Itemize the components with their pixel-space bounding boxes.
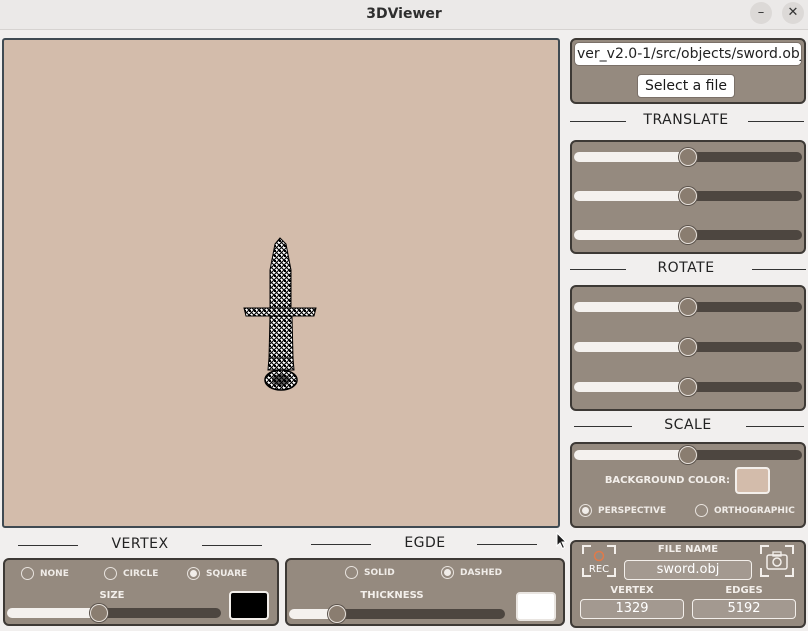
vertex-circle-label: CIRCLE bbox=[123, 568, 159, 579]
orthographic-radio-dot bbox=[695, 504, 708, 517]
background-color-swatch[interactable] bbox=[735, 467, 770, 494]
rotate-header: ROTATE bbox=[570, 260, 806, 278]
file-path-text: ver_v2.0-1/src/objects/sword.obj bbox=[577, 46, 802, 62]
vertex-title: VERTEX bbox=[111, 536, 169, 552]
camera-icon bbox=[760, 545, 794, 577]
slider-knob[interactable] bbox=[90, 604, 108, 622]
translate-z-slider[interactable] bbox=[574, 226, 802, 244]
rotate-y-slider[interactable] bbox=[574, 338, 802, 356]
mouse-cursor-icon bbox=[556, 532, 568, 550]
minimize-icon: – bbox=[757, 5, 765, 20]
window-title: 3DViewer bbox=[366, 6, 442, 22]
slider-fill bbox=[574, 382, 688, 392]
slider-track bbox=[688, 302, 802, 312]
vertex-count-label: VERTEX bbox=[610, 585, 654, 596]
vertex-size-slider[interactable] bbox=[7, 604, 221, 622]
slider-fill bbox=[7, 608, 99, 618]
slider-fill bbox=[574, 302, 688, 312]
vertex-none-label: NONE bbox=[40, 568, 69, 579]
edges-count-value: 5192 bbox=[692, 599, 796, 619]
close-button[interactable]: ✕ bbox=[782, 2, 804, 24]
slider-fill bbox=[574, 191, 688, 201]
edge-dashed-radio[interactable]: DASHED bbox=[441, 566, 502, 579]
edge-thickness-label: THICKNESS bbox=[360, 590, 424, 601]
slider-track bbox=[688, 230, 802, 240]
slider-knob[interactable] bbox=[679, 298, 697, 316]
slider-track bbox=[99, 608, 221, 618]
screenshot-button[interactable] bbox=[760, 545, 794, 577]
slider-fill bbox=[574, 230, 688, 240]
vertex-none-radio[interactable]: NONE bbox=[21, 567, 69, 580]
vertex-circle-radio[interactable]: CIRCLE bbox=[104, 567, 158, 580]
edge-header: EGDE bbox=[311, 535, 539, 553]
rec-label: REC bbox=[588, 564, 610, 575]
scale-header: SCALE bbox=[570, 417, 806, 435]
perspective-radio[interactable]: PERSPECTIVE bbox=[579, 504, 666, 517]
orthographic-label: ORTHOGRAPHIC bbox=[714, 505, 795, 516]
translate-y-slider[interactable] bbox=[574, 187, 802, 205]
file-name-value: sword.obj bbox=[624, 560, 752, 580]
translate-title: TRANSLATE bbox=[643, 112, 729, 128]
edge-thickness-slider[interactable] bbox=[289, 605, 505, 623]
edge-solid-dot bbox=[345, 566, 358, 579]
background-color-label: BACKGROUND COLOR: bbox=[604, 475, 730, 486]
slider-track bbox=[337, 609, 505, 619]
slider-knob[interactable] bbox=[328, 605, 346, 623]
translate-header: TRANSLATE bbox=[570, 112, 806, 130]
slider-track bbox=[688, 152, 802, 162]
vertex-header: VERTEX bbox=[18, 536, 262, 554]
record-icon bbox=[593, 550, 605, 562]
edges-count-label: EDGES bbox=[725, 585, 763, 596]
slider-knob[interactable] bbox=[679, 187, 697, 205]
record-button[interactable]: REC bbox=[582, 545, 616, 577]
minimize-button[interactable]: – bbox=[750, 2, 772, 24]
file-name-label: FILE NAME bbox=[657, 544, 719, 555]
vertex-size-label: SIZE bbox=[99, 590, 125, 601]
close-icon: ✕ bbox=[787, 5, 799, 20]
vertex-circle-dot bbox=[104, 567, 117, 580]
slider-track bbox=[688, 191, 802, 201]
edge-title: EGDE bbox=[404, 535, 446, 551]
edge-solid-radio[interactable]: SOLID bbox=[345, 566, 395, 579]
vertex-square-radio[interactable]: SQUARE bbox=[187, 567, 247, 580]
edge-dashed-label: DASHED bbox=[460, 567, 503, 578]
rotate-title: ROTATE bbox=[657, 260, 715, 276]
slider-knob[interactable] bbox=[679, 226, 697, 244]
slider-fill bbox=[574, 450, 688, 460]
file-path-field[interactable]: ver_v2.0-1/src/objects/sword.obj bbox=[574, 42, 802, 66]
perspective-radio-dot bbox=[579, 504, 592, 517]
title-bar: 3DViewer – ✕ bbox=[0, 0, 808, 30]
edge-dashed-dot bbox=[441, 566, 454, 579]
slider-knob[interactable] bbox=[679, 338, 697, 356]
slider-fill bbox=[574, 342, 688, 352]
vertex-square-dot bbox=[187, 567, 200, 580]
rotate-x-slider[interactable] bbox=[574, 298, 802, 316]
translate-x-slider[interactable] bbox=[574, 148, 802, 166]
slider-knob[interactable] bbox=[679, 378, 697, 396]
perspective-label: PERSPECTIVE bbox=[598, 505, 667, 516]
slider-track bbox=[688, 450, 802, 460]
slider-knob[interactable] bbox=[679, 446, 697, 464]
viewport-3d[interactable] bbox=[2, 38, 560, 528]
slider-fill bbox=[574, 152, 688, 162]
vertex-color-swatch[interactable] bbox=[229, 591, 269, 620]
edge-color-swatch[interactable] bbox=[516, 592, 556, 621]
slider-track bbox=[688, 342, 802, 352]
edge-solid-label: SOLID bbox=[364, 567, 395, 578]
slider-track bbox=[688, 382, 802, 392]
select-file-button[interactable]: Select a file bbox=[637, 74, 735, 98]
vertex-count-value: 1329 bbox=[580, 599, 684, 619]
vertex-square-label: SQUARE bbox=[206, 568, 248, 579]
vertex-none-dot bbox=[21, 567, 34, 580]
rotate-z-slider[interactable] bbox=[574, 378, 802, 396]
slider-knob[interactable] bbox=[679, 148, 697, 166]
scale-slider[interactable] bbox=[574, 446, 802, 464]
sword-model bbox=[243, 237, 317, 391]
orthographic-radio[interactable]: ORTHOGRAPHIC bbox=[695, 504, 795, 517]
scale-title: SCALE bbox=[664, 417, 712, 433]
